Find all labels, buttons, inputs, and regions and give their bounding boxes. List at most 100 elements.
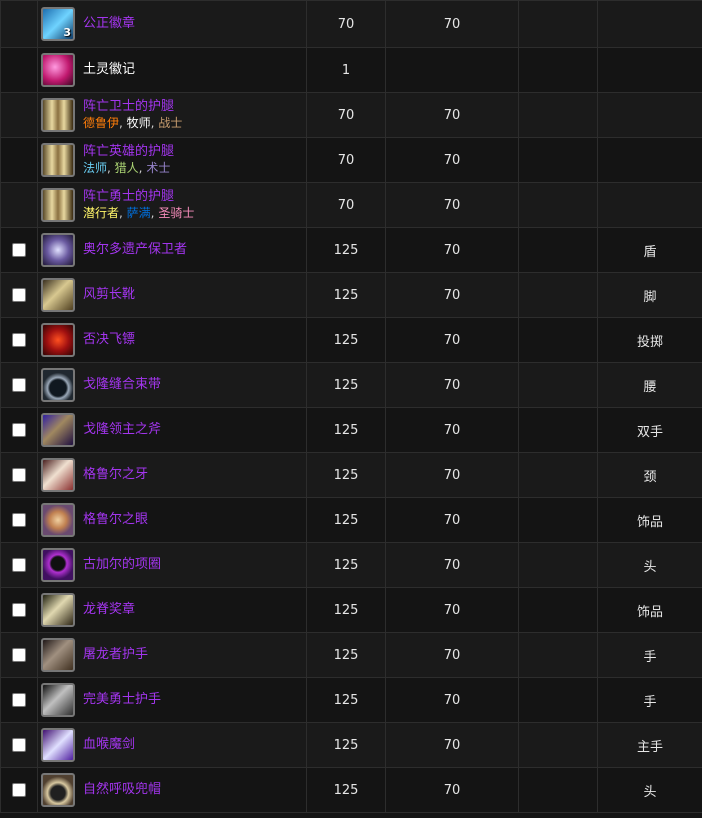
checkbox-cell [0,317,38,363]
earth-mark-icon[interactable] [41,53,75,87]
row-checkbox[interactable] [12,423,26,437]
table-row: 否决飞镖 125 70 投掷 [0,317,702,363]
item-name-link[interactable]: 阵亡英雄的护腿 [83,144,174,160]
row-checkbox[interactable] [12,333,26,347]
throwing-icon[interactable] [41,323,75,357]
level-cell: 70 [385,407,519,453]
item-cell: 屠龙者护手 [37,632,307,678]
slot-cell: 头 [597,767,702,813]
sword-icon[interactable] [41,728,75,762]
table-row: 3 公正徽章 70 70 [0,0,702,48]
level-cell: 70 [385,362,519,408]
gauntlet-icon[interactable] [41,683,75,717]
checkbox-cell [0,497,38,543]
row-checkbox[interactable] [12,648,26,662]
item-name-link[interactable]: 阵亡卫士的护腿 [83,99,182,115]
cost-cell: 70 [306,137,386,183]
item-name-link[interactable]: 自然呼吸兜帽 [83,782,161,798]
cost-cell: 125 [306,272,386,318]
item-name-link[interactable]: 戈隆领主之斧 [83,422,161,438]
leggings-icon[interactable] [41,98,75,132]
row-checkbox[interactable] [12,288,26,302]
row-checkbox[interactable] [12,738,26,752]
cost-cell: 70 [306,182,386,228]
item-cell: 格鲁尔之眼 [37,497,307,543]
slot-cell: 主手 [597,722,702,768]
empty-cell [518,542,598,588]
slot-cell [597,92,702,138]
level-cell: 70 [385,317,519,363]
level-cell: 70 [385,722,519,768]
cost-cell: 70 [306,92,386,138]
row-checkbox[interactable] [12,603,26,617]
empty-cell [518,362,598,408]
table-row: 血喉魔剑 125 70 主手 [0,722,702,768]
item-cell: 阵亡英雄的护腿 法师, 猎人, 术士 [37,137,307,183]
slot-cell: 饰品 [597,587,702,633]
item-cell: 阵亡勇士的护腿 潜行者, 萨满, 圣骑士 [37,182,307,228]
cost-cell: 125 [306,497,386,543]
cost-cell: 125 [306,362,386,408]
eye-icon[interactable] [41,503,75,537]
table-row: 完美勇士护手 125 70 手 [0,677,702,723]
class-list: 潜行者, 萨满, 圣骑士 [83,205,194,221]
row-checkbox[interactable] [12,378,26,392]
empty-cell [518,317,598,363]
row-checkbox[interactable] [12,513,26,527]
cost-cell: 125 [306,407,386,453]
item-name-link[interactable]: 风剪长靴 [83,287,135,303]
spine-icon[interactable] [41,593,75,627]
checkbox-cell [0,182,38,228]
cost-cell: 125 [306,632,386,678]
table-row: 阵亡勇士的护腿 潜行者, 萨满, 圣骑士 70 70 [0,182,702,228]
item-name-link[interactable]: 阵亡勇士的护腿 [83,189,194,205]
item-name-link[interactable]: 古加尔的项圈 [83,557,161,573]
item-cell: 龙脊奖章 [37,587,307,633]
checkbox-cell [0,632,38,678]
empty-cell [518,227,598,273]
leggings-icon[interactable] [41,143,75,177]
item-name-link[interactable]: 格鲁尔之牙 [83,467,148,483]
item-name-link[interactable]: 土灵徽记 [83,62,135,78]
item-name-link[interactable]: 戈隆缝合束带 [83,377,161,393]
item-name-link[interactable]: 格鲁尔之眼 [83,512,148,528]
row-checkbox[interactable] [12,468,26,482]
item-name-link[interactable]: 血喉魔剑 [83,737,135,753]
slot-cell: 盾 [597,227,702,273]
boots-icon[interactable] [41,278,75,312]
item-name-link[interactable]: 完美勇士护手 [83,692,161,708]
helmet-icon[interactable] [41,773,75,807]
cost-cell: 125 [306,677,386,723]
necklace-icon[interactable] [41,548,75,582]
badge-of-justice-icon[interactable]: 3 [41,7,75,41]
level-cell [385,47,519,93]
level-cell: 70 [385,632,519,678]
belt-icon[interactable] [41,368,75,402]
item-name-link[interactable]: 否决飞镖 [83,332,135,348]
checkbox-cell [0,407,38,453]
slot-cell: 手 [597,677,702,723]
class-name: 牧师 [126,116,151,130]
fang-icon[interactable] [41,458,75,492]
shield-icon[interactable] [41,233,75,267]
cost-cell: 125 [306,767,386,813]
checkbox-cell [0,92,38,138]
item-name-link[interactable]: 奥尔多遗产保卫者 [83,242,187,258]
table-row: 戈隆领主之斧 125 70 双手 [0,407,702,453]
item-name-link[interactable]: 公正徽章 [83,16,135,32]
leggings-icon[interactable] [41,188,75,222]
gauntlet-icon[interactable] [41,638,75,672]
empty-cell [518,47,598,93]
row-checkbox[interactable] [12,243,26,257]
axe-icon[interactable] [41,413,75,447]
level-cell: 70 [385,182,519,228]
class-name: 猎人 [114,161,139,175]
checkbox-cell [0,0,38,48]
level-cell: 70 [385,272,519,318]
item-name-link[interactable]: 屠龙者护手 [83,647,148,663]
row-checkbox[interactable] [12,558,26,572]
row-checkbox[interactable] [12,783,26,797]
item-name-link[interactable]: 龙脊奖章 [83,602,135,618]
table-row: 阵亡卫士的护腿 德鲁伊, 牧师, 战士 70 70 [0,92,702,138]
row-checkbox[interactable] [12,693,26,707]
